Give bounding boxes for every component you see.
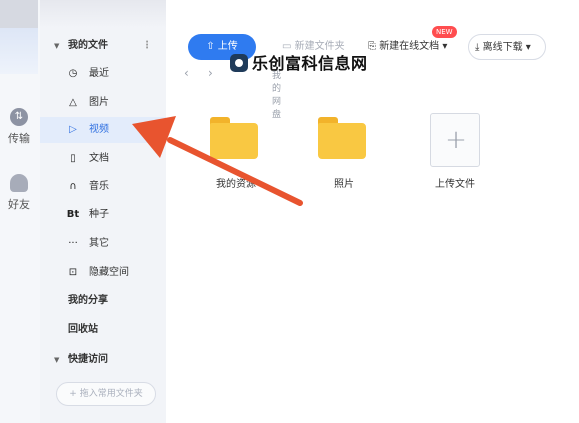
sidebar-item-music[interactable]: ∩ 音乐 xyxy=(40,174,166,200)
sidebar-item-label: 视频 xyxy=(89,124,109,135)
bt-icon: Bt xyxy=(66,209,80,220)
blurred-header xyxy=(0,28,38,74)
new-online-doc-button[interactable]: ⎘ 新建在线文档 ▾ NEW xyxy=(362,26,458,60)
sidebar-item-videos[interactable]: ▷ 视频 xyxy=(40,117,166,143)
file-name: 照片 xyxy=(334,179,354,190)
sidebar-item-hidden-space[interactable]: ⊡ 隐藏空间 xyxy=(40,260,166,286)
file-tile-folder[interactable]: 我的资源 xyxy=(196,113,276,193)
offline-download-button[interactable]: ⤓ 离线下载 ▾ xyxy=(468,34,546,60)
file-name: 上传文件 xyxy=(435,179,475,190)
sidebar-item-label: 音乐 xyxy=(89,181,109,192)
chevron-down-icon: ▾ xyxy=(522,42,531,53)
sidebar-recycle-bin-label: 回收站 xyxy=(68,324,98,335)
sidebar-item-documents[interactable]: ▯ 文档 xyxy=(40,146,166,172)
caret-down-icon: ▼ xyxy=(54,356,60,364)
upload-box: + xyxy=(430,113,480,167)
new-doc-label: 新建在线文档 xyxy=(379,41,440,52)
sidebar-item-label: 图片 xyxy=(89,97,109,108)
watermark: 乐创富科信息网 xyxy=(230,50,368,74)
blurred-avatar xyxy=(0,0,38,28)
headphones-icon: ∩ xyxy=(69,181,77,192)
file-tile-folder[interactable]: 照片 xyxy=(304,113,384,193)
offline-download-label: 离线下载 xyxy=(482,42,523,53)
toolbar: ⇧ 上传 ▭ 新建文件夹 ⎘ 新建在线文档 ▾ NEW ⤓ 离线下载 ▾ xyxy=(166,26,579,66)
watermark-text: 乐创富科信息网 xyxy=(252,54,368,73)
back-button[interactable]: ‹ xyxy=(184,66,189,80)
watermark-logo-icon xyxy=(230,54,248,72)
clock-icon: ◷ xyxy=(68,68,78,79)
rail-friends-label: 好友 xyxy=(8,198,30,211)
sidebar-my-files-label: 我的文件 xyxy=(68,40,108,51)
sidebar-item-label: 隐藏空间 xyxy=(89,267,129,278)
more-icon: ··· xyxy=(68,238,78,249)
image-icon: △ xyxy=(69,97,77,108)
upload-file-tile[interactable]: + 上传文件 xyxy=(415,113,495,193)
more-options-icon[interactable]: ⋮ xyxy=(142,33,152,59)
folder-icon xyxy=(210,117,258,159)
sidebar-item-label: 种子 xyxy=(89,209,109,220)
sidebar-item-other[interactable]: ··· 其它 xyxy=(40,231,166,257)
forward-button[interactable]: › xyxy=(208,66,213,80)
chevron-down-icon: ▾ xyxy=(439,41,448,52)
sidebar-item-recent[interactable]: ◷ 最近 xyxy=(40,61,166,87)
play-icon: ▷ xyxy=(69,124,77,135)
sidebar-quick-access[interactable]: ▼ 快捷访问 xyxy=(40,347,166,373)
upload-icon: ⇧ xyxy=(206,41,218,52)
sidebar-item-images[interactable]: △ 图片 xyxy=(40,90,166,116)
sidebar-recycle-bin[interactable]: 回收站 xyxy=(40,317,166,343)
friends-icon xyxy=(10,174,28,192)
document-icon: ▯ xyxy=(70,153,76,164)
lock-icon: ⊡ xyxy=(68,267,78,278)
download-icon: ⤓ xyxy=(475,42,483,53)
plus-icon: + xyxy=(445,125,467,155)
sidebar-item-label: 文档 xyxy=(89,153,109,164)
doc-plus-icon: ⎘ xyxy=(368,41,380,52)
rail-friends-button[interactable]: 好友 xyxy=(0,174,38,212)
new-badge: NEW xyxy=(432,26,457,38)
sidebar-my-files[interactable]: ▼ 我的文件 ⋮ xyxy=(40,33,166,59)
sidebar-item-torrents[interactable]: Bt 种子 xyxy=(40,202,166,228)
sidebar-top-blur xyxy=(40,0,166,28)
folder-icon xyxy=(318,117,366,159)
left-rail: ⇅ 传输 好友 xyxy=(0,0,40,423)
sidebar-my-share-label: 我的分享 xyxy=(68,295,108,306)
sidebar-item-label: 其它 xyxy=(89,238,109,249)
rail-transfer-button[interactable]: ⇅ 传输 xyxy=(0,108,38,146)
sidebar-my-share[interactable]: 我的分享 xyxy=(40,288,166,314)
add-common-folder-dropzone[interactable]: + 拖入常用文件夹 xyxy=(56,382,156,406)
caret-down-icon: ▼ xyxy=(54,42,60,50)
sidebar: ▼ 我的文件 ⋮ ◷ 最近 △ 图片 ▷ 视频 ▯ 文档 ∩ 音乐 Bt 种子 … xyxy=(40,0,166,423)
rail-transfer-label: 传输 xyxy=(8,132,30,145)
sidebar-item-label: 最近 xyxy=(89,68,109,79)
file-name: 我的资源 xyxy=(216,179,256,190)
transfer-icon: ⇅ xyxy=(10,108,28,126)
sidebar-quick-access-label: 快捷访问 xyxy=(68,354,108,365)
